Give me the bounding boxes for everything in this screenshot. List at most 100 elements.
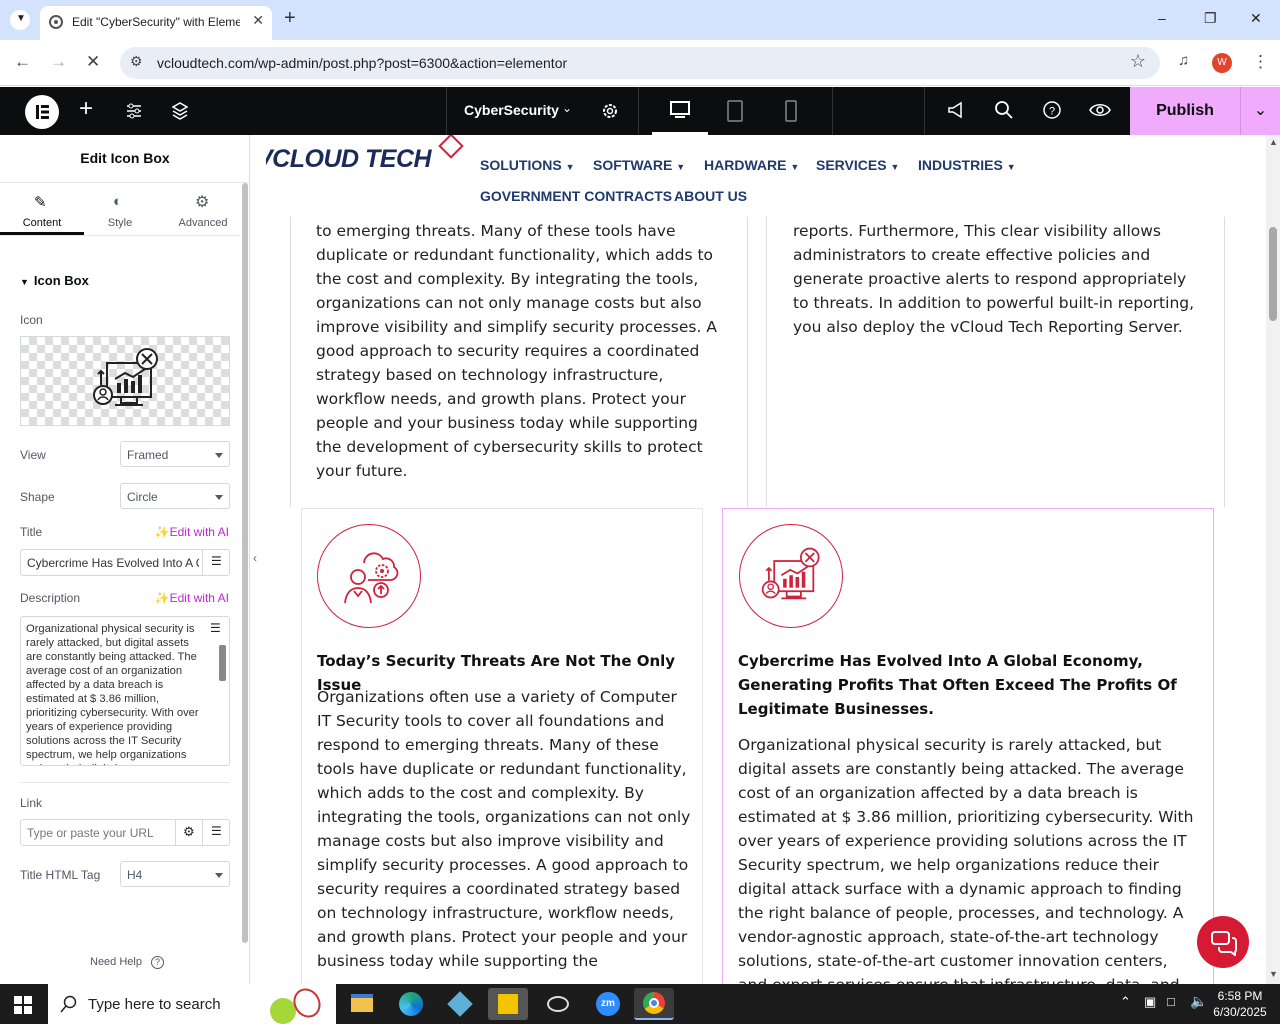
canvas-scrollbar-track[interactable]: ▲ ▼	[1266, 135, 1280, 984]
title-input[interactable]: Cybercrime Has Evolved Into A G ☰	[20, 549, 230, 576]
tablet-icon[interactable]	[726, 100, 744, 122]
clock[interactable]: 6:58 PM 6/30/2025	[1208, 988, 1272, 1020]
publish-options-button[interactable]: ⌄	[1240, 87, 1280, 135]
site-settings-icon[interactable]	[125, 102, 143, 120]
database-icon: ☰	[211, 554, 222, 568]
dynamic-tags-button[interactable]: ☰	[202, 550, 229, 575]
back-icon[interactable]: ←	[14, 52, 31, 72]
publish-button[interactable]: Publish	[1130, 87, 1240, 135]
site-logo[interactable]: VCLOUD TECH	[266, 135, 464, 174]
browser-tab[interactable]: Edit "CyberSecurity" with Eleme ✕	[40, 6, 272, 40]
tray-device-icon[interactable]: ▣	[1144, 994, 1156, 1010]
tray-overflow-chevron-icon[interactable]: ⌃	[1120, 994, 1131, 1010]
elementor-logo-icon[interactable]	[25, 95, 59, 129]
panel-scrollbar[interactable]	[242, 183, 248, 943]
browser-menu-icon[interactable]: ⋮	[1252, 52, 1269, 72]
close-window-icon[interactable]: ✕	[1250, 10, 1262, 27]
bookmark-star-icon[interactable]: ☆	[1130, 51, 1146, 72]
menu-label: SOLUTIONS	[480, 157, 562, 173]
add-element-icon[interactable]: +	[79, 95, 93, 123]
mobile-icon[interactable]	[784, 100, 798, 122]
address-bar[interactable]: ⚙ vcloudtech.com/wp-admin/post.php?post=…	[120, 47, 1160, 79]
structure-layers-icon[interactable]	[171, 101, 189, 121]
profile-avatar[interactable]: W	[1212, 53, 1232, 73]
canvas-scrollbar-thumb[interactable]	[1269, 227, 1277, 321]
icon-box-card-1[interactable]: Today’s Security Threats Are Not The Onl…	[301, 508, 703, 984]
title-edit-with-ai-link[interactable]: ✨Edit with AI	[155, 525, 229, 539]
collapse-panel-button[interactable]: ‹	[250, 535, 266, 585]
shape-value: Circle	[127, 490, 158, 504]
description-edit-with-ai-link[interactable]: ✨Edit with AI	[155, 591, 229, 605]
cybercrime-dashboard-icon	[761, 547, 820, 600]
help-icon[interactable]: ?	[1042, 100, 1062, 120]
notifications-megaphone-icon[interactable]	[946, 100, 966, 120]
description-textarea[interactable]: Organizational physical security is rare…	[20, 616, 230, 766]
chrome-app[interactable]	[634, 988, 674, 1020]
link-label: Link	[20, 796, 43, 810]
menu-item-hardware[interactable]: HARDWARE ▼	[704, 157, 799, 173]
snip-icon	[547, 996, 569, 1012]
stop-loading-icon[interactable]: ✕	[86, 52, 100, 72]
help-circle-icon: ?	[151, 956, 165, 969]
media-control-icon[interactable]: ♫	[1178, 52, 1189, 69]
edit-ai-label: Edit with AI	[169, 525, 229, 539]
view-value: Framed	[127, 448, 169, 462]
zoom-app[interactable]: zm	[588, 988, 628, 1020]
diamond-app-icon	[447, 991, 473, 1017]
menu-item-industries[interactable]: INDUSTRIES ▼	[918, 157, 1016, 173]
forward-icon[interactable]: →	[50, 52, 67, 72]
textarea-scrollbar[interactable]	[219, 645, 226, 681]
dropdown-arrow-icon	[215, 873, 223, 878]
html-tag-select[interactable]: H4	[120, 861, 230, 887]
chat-widget-button[interactable]	[1197, 916, 1249, 968]
windows-start-icon[interactable]	[14, 996, 32, 1014]
folder-icon	[351, 994, 373, 1012]
site-info-icon[interactable]: ⚙	[130, 53, 143, 70]
tab-advanced[interactable]: ⚙ Advanced	[160, 183, 246, 235]
column-border	[747, 195, 748, 507]
tab-style[interactable]: ◐ Style	[84, 183, 156, 235]
description-label: Description	[20, 591, 81, 605]
sticky-notes-app[interactable]	[488, 988, 528, 1020]
menu-item-government-contracts[interactable]: GOVERNMENT CONTRACTS	[480, 188, 672, 204]
scroll-up-arrow-icon[interactable]: ▲	[1269, 137, 1278, 147]
dynamic-tags-button[interactable]: ☰	[202, 617, 229, 641]
edge-app[interactable]	[391, 988, 431, 1020]
sparkle-icon: ✨	[154, 525, 170, 539]
file-explorer-app[interactable]	[342, 988, 382, 1020]
close-tab-icon[interactable]: ✕	[252, 12, 264, 29]
search-icon[interactable]	[994, 100, 1014, 120]
tab-search-button[interactable]: ▼	[10, 10, 30, 30]
snipping-tool-app[interactable]	[538, 988, 578, 1020]
restore-icon[interactable]: ❐	[1204, 10, 1217, 27]
page-settings-gear-icon[interactable]	[600, 101, 620, 121]
dynamic-tags-button[interactable]: ☰	[202, 820, 229, 845]
vpn-app[interactable]	[440, 988, 480, 1020]
page-name[interactable]: CyberSecurity	[464, 102, 559, 118]
preview-canvas: to emerging threats. Many of these tools…	[266, 135, 1266, 984]
chevron-down-icon[interactable]: ⌄	[562, 101, 572, 115]
menu-item-solutions[interactable]: SOLUTIONS ▼	[480, 157, 574, 173]
new-tab-icon[interactable]: +	[284, 7, 296, 30]
need-help-link[interactable]: Need Help ?	[90, 956, 165, 969]
network-icon[interactable]: □	[1167, 994, 1175, 1009]
desktop-view-button[interactable]	[652, 87, 708, 135]
menu-item-about-us[interactable]: ABOUT US	[674, 188, 747, 204]
scroll-down-arrow-icon[interactable]: ▼	[1269, 969, 1278, 979]
taskbar-search-box[interactable]: Type here to search	[48, 983, 336, 1024]
view-select[interactable]: Framed	[120, 441, 230, 467]
volume-icon[interactable]: 🔈	[1190, 993, 1207, 1010]
section-toggle-icon-box[interactable]: ▼ Icon Box	[20, 273, 89, 288]
minimize-icon[interactable]: –	[1158, 10, 1166, 26]
preview-eye-icon[interactable]	[1089, 101, 1111, 119]
link-options-button[interactable]: ⚙	[175, 820, 202, 845]
html-tag-label: Title HTML Tag	[20, 868, 101, 882]
link-input[interactable]: Type or paste your URL ⚙ ☰	[20, 819, 230, 846]
gear-icon: ⚙	[183, 824, 195, 839]
tab-content[interactable]: ✎ Content	[0, 183, 84, 235]
icon-box-card-2-selected[interactable]: Cybercrime Has Evolved Into A Global Eco…	[722, 508, 1214, 984]
menu-item-software[interactable]: SOFTWARE ▼	[593, 157, 685, 173]
shape-select[interactable]: Circle	[120, 483, 230, 509]
icon-picker-preview[interactable]	[20, 336, 230, 426]
menu-item-services[interactable]: SERVICES ▼	[816, 157, 899, 173]
